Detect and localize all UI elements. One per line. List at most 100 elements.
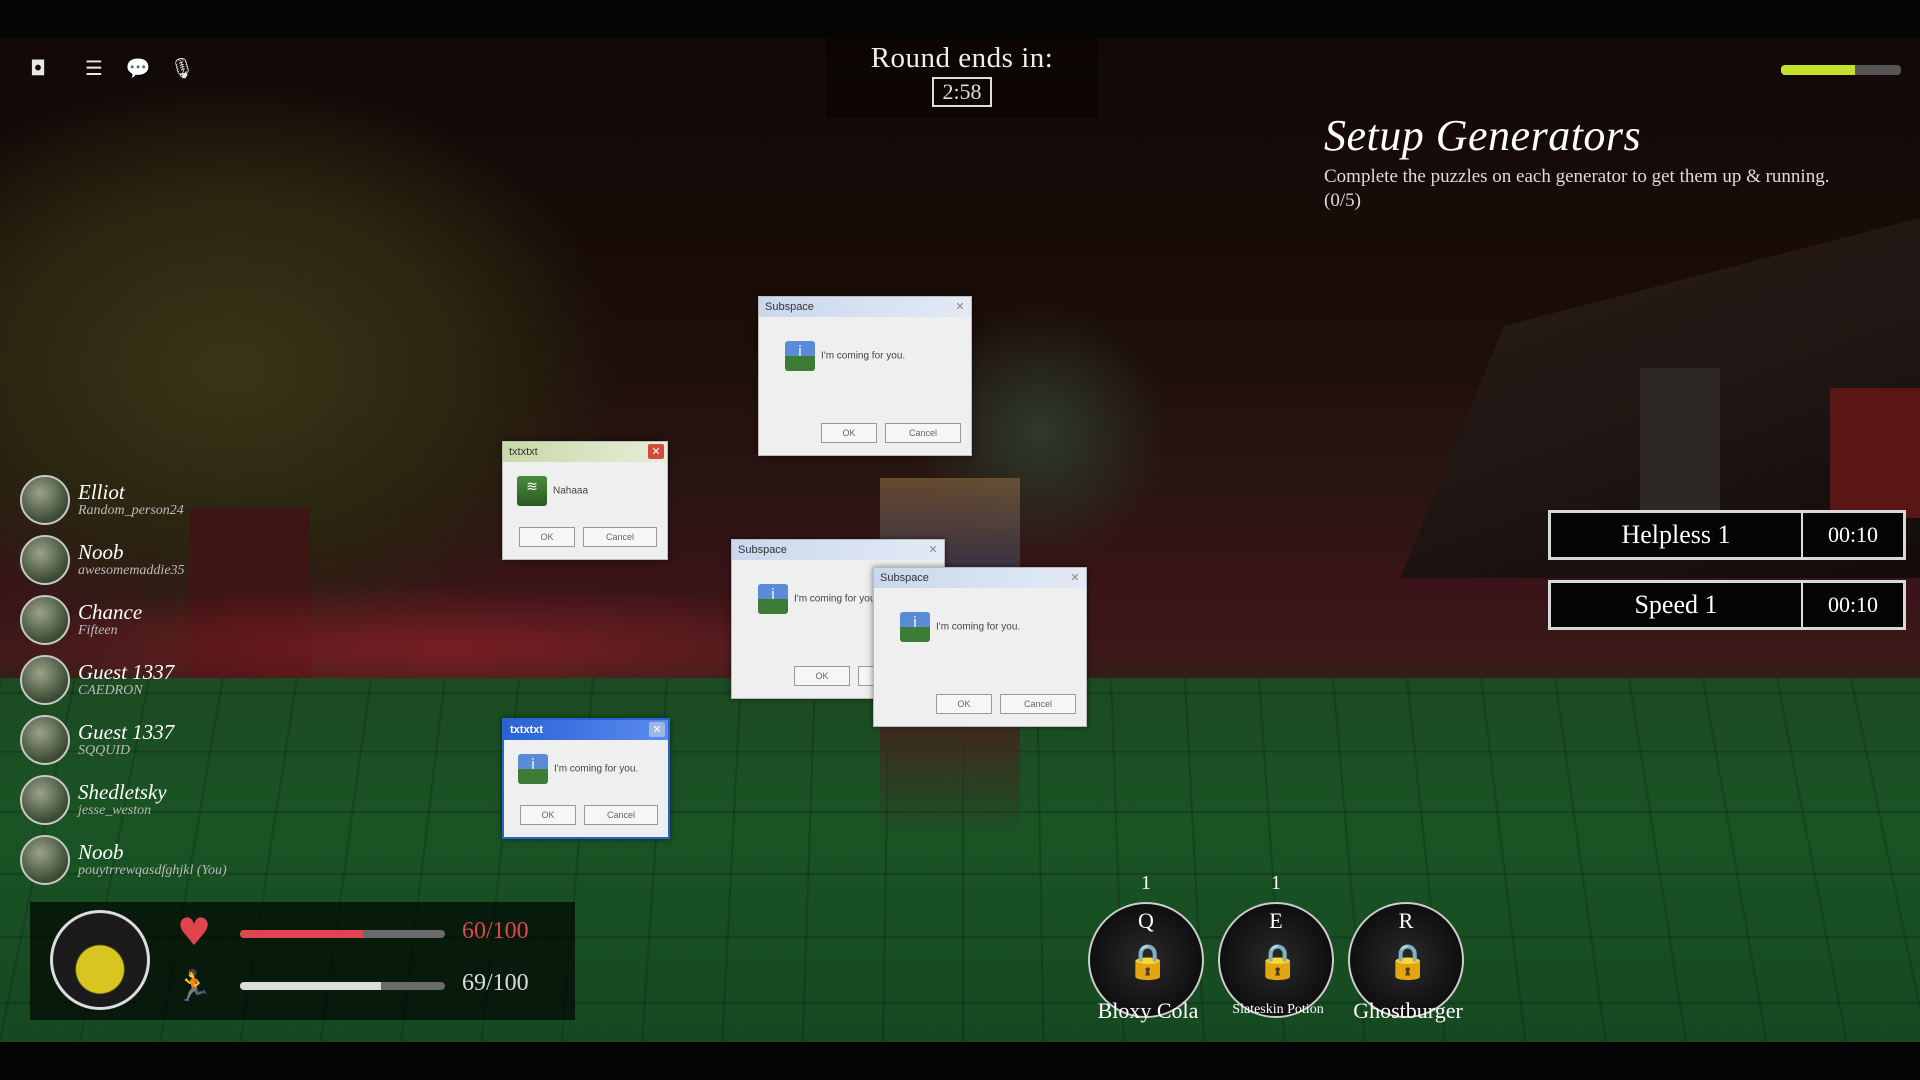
player-display-name: Guest 1337 [78,720,175,744]
player-username: awesomemaddie35 [78,563,185,578]
ability-slot-e[interactable]: 1 E 🔒 Slateskin Potion [1218,872,1334,1018]
player-username: Random_person24 [78,503,184,518]
stamina-fill [240,982,382,990]
ok-button[interactable]: OK [519,527,575,547]
cancel-button[interactable]: Cancel [584,805,658,825]
ok-button[interactable]: OK [794,666,850,686]
player-username: SQQUID [78,743,131,758]
chat-icon[interactable]: 💬 [126,56,151,80]
effect-speed: Speed 1 00:10 [1548,580,1906,630]
ability-key: Q [1138,908,1154,933]
objective-description: Complete the puzzles on each generator t… [1324,166,1830,211]
close-icon[interactable]: ✕ [952,299,968,314]
warning-icon: ≋ [517,476,547,506]
avatar [20,655,70,705]
player-display-name: Elliot [78,480,125,504]
popup-window[interactable]: txtxtxt ✕ i I'm coming for you. OK Cancel [502,718,670,839]
mic-icon[interactable]: 🎙 [169,56,194,80]
player-stats-panel: ♥ 60/100 🏃 69/100 [30,902,575,1020]
effect-name: Helpless 1 [1621,520,1731,549]
close-icon[interactable]: ✕ [925,542,941,557]
player-display-name: Noob [78,840,124,864]
ability-slot-q[interactable]: 1 Q 🔒 Bloxy Cola [1088,872,1204,1023]
close-icon[interactable]: ✕ [1067,570,1083,585]
popup-message: Nahaaa [553,485,589,497]
effect-time: 00:10 [1801,513,1903,557]
popup-window[interactable]: Subspace ✕ i I'm coming for you. OK Cancel [758,296,972,456]
popup-title: Subspace [765,301,814,313]
player-display-name: Chance [78,600,143,624]
player-avatar [50,910,150,1010]
cancel-button[interactable]: Cancel [1000,694,1076,714]
close-icon[interactable]: ✕ [649,722,665,737]
player-username: jesse_weston [78,803,152,818]
player-display-name: Noob [78,540,124,564]
avatar [20,595,70,645]
player-username: Fifteen [78,623,118,638]
popup-titlebar[interactable]: Subspace ✕ [759,297,971,317]
lock-icon: 🔒 [1256,942,1300,982]
info-icon: i [900,612,930,642]
popup-message: I'm coming for you. [794,593,879,605]
info-icon: i [785,341,815,371]
ok-button[interactable]: OK [821,423,877,443]
player-entry[interactable]: Noob pouytrrewqasdfghjkl (You) [20,830,227,890]
popup-title: Subspace [738,544,787,556]
popup-message: I'm coming for you. [554,763,639,775]
ability-key: R [1398,908,1414,933]
timer-label: Round ends in: [870,42,1054,74]
avatar [20,835,70,885]
health-value: 60/100 [462,918,529,944]
player-entry[interactable]: Guest 1337 SQQUID [20,710,227,770]
ok-button[interactable]: OK [520,805,576,825]
player-username: CAEDRON [78,683,143,698]
stamina-value: 69/100 [462,970,529,996]
popup-titlebar[interactable]: Subspace ✕ [874,568,1086,588]
popup-titlebar[interactable]: txtxtxt ✕ [503,442,667,462]
health-bar [240,930,445,938]
cancel-button[interactable]: Cancel [583,527,657,547]
health-fill [240,930,363,938]
player-username: pouytrrewqasdfghjkl (You) [78,863,227,878]
popup-title: Subspace [880,572,929,584]
player-entry[interactable]: Noob awesomemaddie35 [20,530,227,590]
lock-icon: 🔒 [1386,942,1430,982]
round-timer: Round ends in: 2:58 [826,38,1098,118]
red-wall [1830,388,1920,518]
stamina-bar [240,982,445,990]
close-icon[interactable]: ✕ [648,444,664,459]
popup-message: I'm coming for you. [821,350,906,362]
ok-button[interactable]: OK [936,694,992,714]
popup-titlebar[interactable]: txtxtxt ✕ [504,720,668,740]
player-entry[interactable]: Elliot Random_person24 [20,470,227,530]
running-icon: 🏃 [175,968,213,1004]
roblox-logo-icon[interactable]: ◘ [26,56,50,80]
popup-title: txtxtxt [509,446,538,458]
top-stamina-bar [1781,65,1901,75]
effect-name: Speed 1 [1634,590,1718,619]
ability-name: Ghostburger [1353,998,1463,1023]
lock-icon: 🔒 [1126,942,1170,982]
player-list: Elliot Random_person24 Noob awesomemaddie3… [20,470,227,890]
player-entry[interactable]: Chance Fifteen [20,590,227,650]
objective-title: Setup Generators [1324,111,1642,160]
player-display-name: Shedletsky [78,780,167,804]
popup-window[interactable]: Subspace ✕ i I'm coming for you. OK Cancel [873,567,1087,727]
ability-key: E [1269,908,1283,933]
player-entry[interactable]: Guest 1337 CAEDRON [20,650,227,710]
avatar [20,715,70,765]
popup-message: I'm coming for you. [936,621,1021,633]
player-entry[interactable]: Shedletsky jesse_weston [20,770,227,830]
popup-titlebar[interactable]: Subspace ✕ [732,540,944,560]
effect-time: 00:10 [1801,583,1903,627]
effect-helpless: Helpless 1 00:10 [1548,510,1906,560]
objective-panel: Setup Generators Complete the puzzles on… [1324,110,1864,213]
ability-count: 1 [1141,872,1151,894]
popup-window[interactable]: txtxtxt ✕ ≋ Nahaaa OK Cancel [502,441,668,560]
menu-icon[interactable]: ☰ [82,56,106,80]
cancel-button[interactable]: Cancel [885,423,961,443]
ability-slot-r[interactable]: R 🔒 Ghostburger [1348,902,1464,1023]
info-icon: i [518,754,548,784]
top-stamina-fill [1781,65,1856,75]
avatar [20,475,70,525]
